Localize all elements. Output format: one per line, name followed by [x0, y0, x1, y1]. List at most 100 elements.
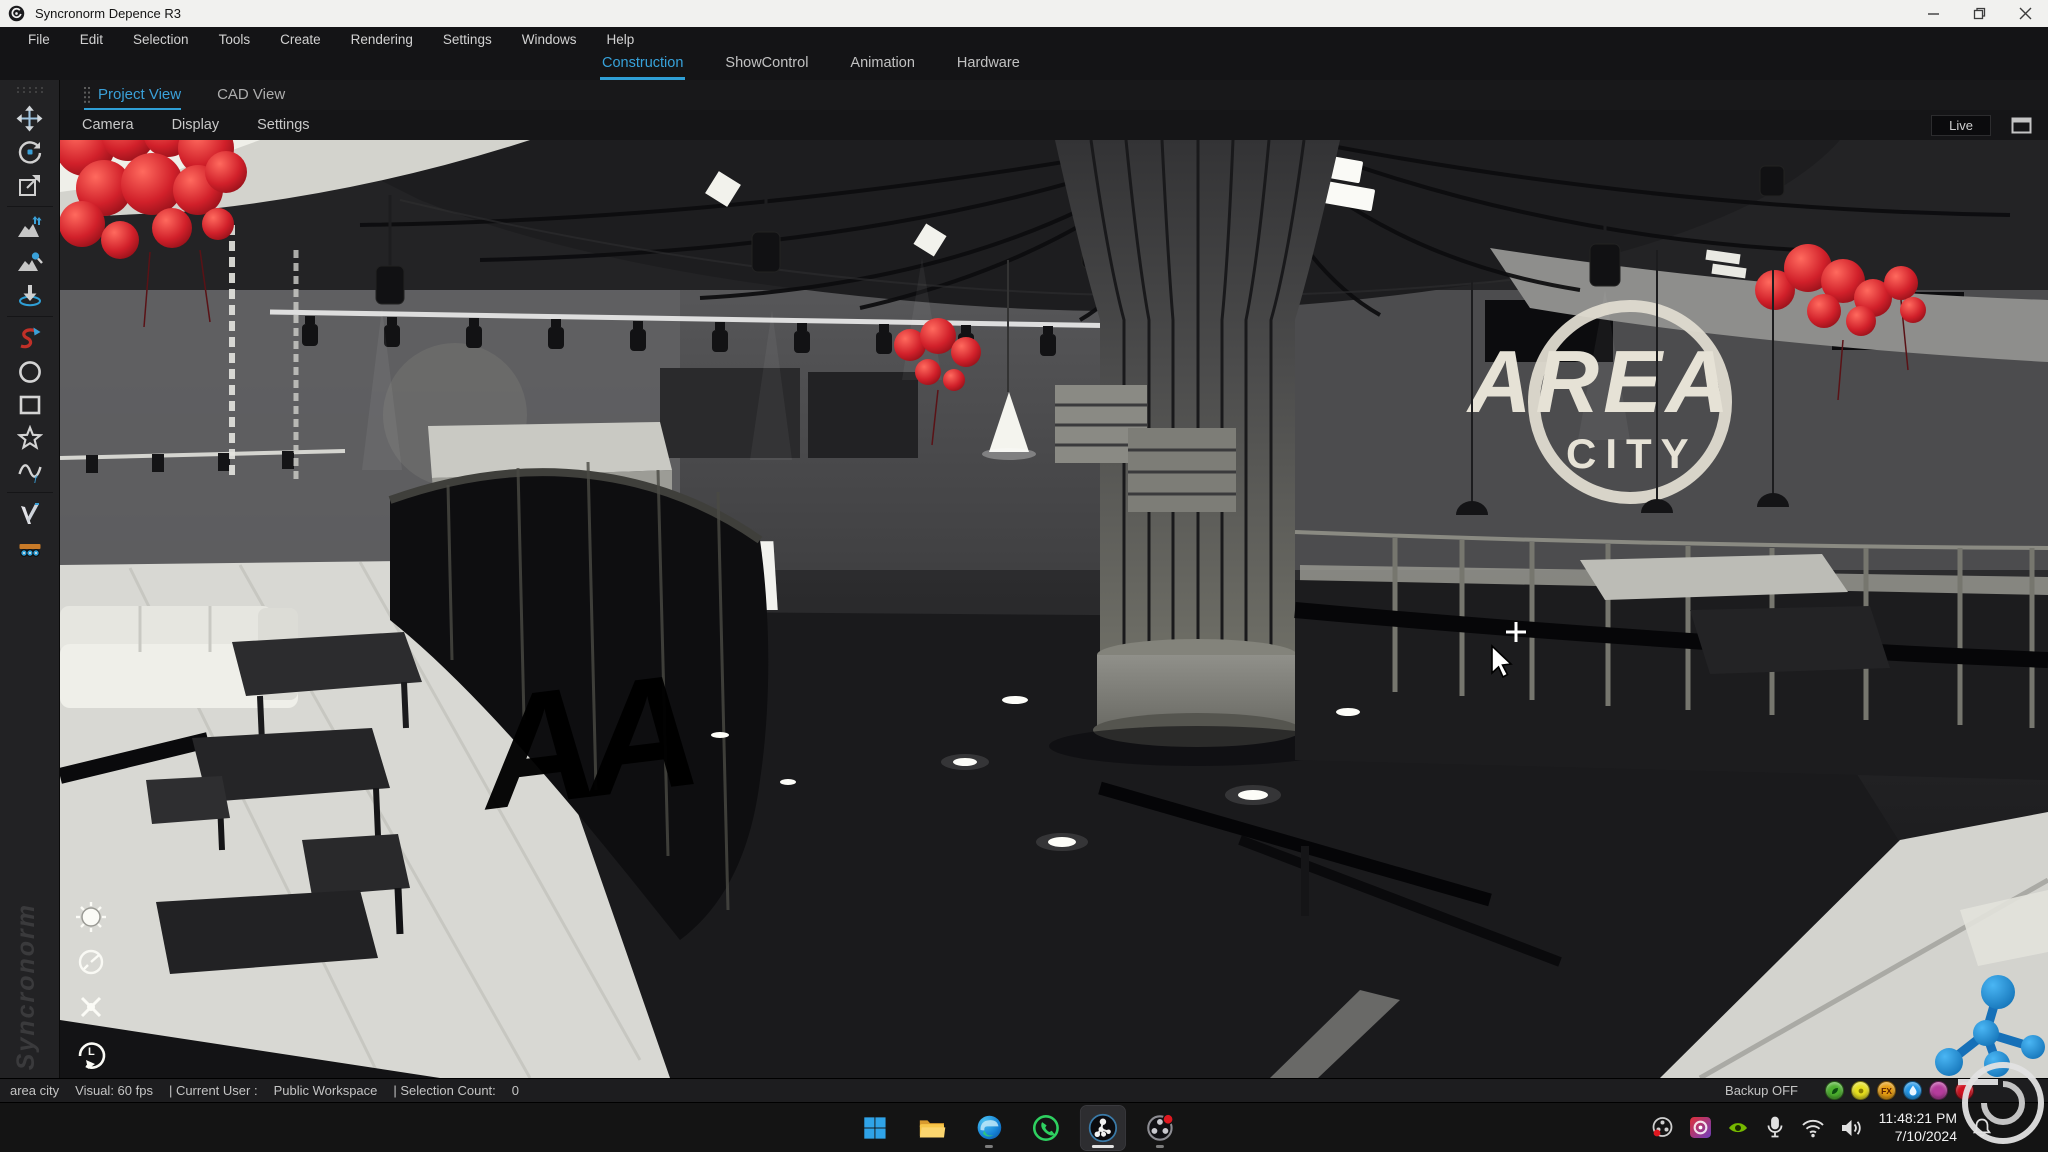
app-window: Syncronorm Depence R3 File Edit Selectio…	[0, 0, 2048, 1152]
menu-help[interactable]: Help	[606, 32, 634, 47]
tab-animation[interactable]: Animation	[848, 55, 916, 80]
toolbar-separator	[7, 316, 53, 317]
curve-function-tool-button[interactable]: f	[11, 454, 49, 487]
viewport-toolbar: Camera Display Settings Live	[60, 110, 2048, 140]
active-indicator	[1092, 1145, 1114, 1148]
orbit-glyph: L	[88, 1046, 95, 1058]
depence-icon	[1088, 1113, 1118, 1143]
menu-selection[interactable]: Selection	[133, 32, 189, 47]
area-city-line2: CITY	[1566, 430, 1698, 477]
tab-project-view[interactable]: Project View	[84, 86, 181, 110]
live-button[interactable]: Live	[1931, 115, 1991, 136]
close-button[interactable]	[2002, 0, 2048, 27]
selection-count-value: 0	[512, 1083, 519, 1098]
recorder-tray-icon[interactable]	[1689, 1116, 1712, 1139]
transform-out-tool-button[interactable]	[11, 168, 49, 201]
tab-construction[interactable]: Construction	[600, 55, 685, 80]
terrain-paint-tool-button[interactable]	[11, 245, 49, 278]
start-button[interactable]	[853, 1106, 897, 1150]
obs-button[interactable]	[1138, 1106, 1182, 1150]
truss-cart-tool-button[interactable]	[11, 531, 49, 564]
view-tab-bar: Project View CAD View	[60, 80, 2048, 110]
fps-readout: Visual: 60 fps	[75, 1083, 153, 1098]
microphone-icon[interactable]	[1764, 1116, 1786, 1139]
water-indicator[interactable]	[1903, 1081, 1922, 1100]
whatsapp-icon	[1032, 1114, 1060, 1142]
title-bar: Syncronorm Depence R3	[0, 0, 2048, 27]
wifi-icon[interactable]	[1801, 1118, 1825, 1138]
main-tab-bar: Construction ShowControl Animation Hardw…	[0, 52, 2048, 80]
scene-3d: AA AA	[60, 140, 2048, 1078]
terrain-raise-tool-button[interactable]	[11, 212, 49, 245]
viewport-3d[interactable]: AA AA	[60, 140, 2048, 1078]
tab-cad-view[interactable]: CAD View	[217, 86, 285, 110]
syncronorm-watermark: Syncronorm	[12, 903, 41, 1070]
selection-count-label: | Selection Count:	[393, 1083, 495, 1098]
tab-project-view-label: Project View	[98, 86, 181, 103]
railing-monogram: AA	[466, 640, 698, 843]
menu-file[interactable]: File	[28, 32, 50, 47]
running-indicator	[985, 1145, 993, 1148]
spline-tool-button[interactable]	[11, 322, 49, 355]
obs-icon	[1146, 1114, 1174, 1142]
menu-settings[interactable]: Settings	[443, 32, 492, 47]
windows-start-icon	[862, 1115, 888, 1141]
menu-bar: File Edit Selection Tools Create Renderi…	[0, 27, 2048, 52]
menu-edit[interactable]: Edit	[80, 32, 103, 47]
place-drop-tool-button[interactable]	[11, 278, 49, 311]
volume-icon[interactable]	[1840, 1118, 1864, 1138]
display-menu[interactable]: Display	[172, 117, 220, 133]
scene-indicator[interactable]	[1825, 1081, 1844, 1100]
project-name: area city	[10, 1083, 59, 1098]
depence-app-button[interactable]	[1081, 1106, 1125, 1150]
clock-date: 7/10/2024	[1879, 1128, 1957, 1146]
menu-tools[interactable]: Tools	[219, 32, 251, 47]
magenta-indicator[interactable]	[1929, 1081, 1948, 1100]
running-indicator	[1156, 1145, 1164, 1148]
camera-menu[interactable]: Camera	[82, 117, 134, 133]
minimize-button[interactable]	[1910, 0, 1956, 27]
window-mode-icon[interactable]	[2011, 117, 2032, 134]
app-logo-icon	[8, 5, 25, 22]
tab-cad-view-label: CAD View	[217, 86, 285, 103]
fx-indicator[interactable]: FX	[1877, 1081, 1896, 1100]
left-toolbar: f Syncronorm	[0, 80, 60, 1078]
area-city-line1: AREA	[1466, 332, 1733, 431]
file-explorer-button[interactable]	[910, 1106, 954, 1150]
tab-grip-icon	[84, 87, 90, 103]
tab-hardware[interactable]: Hardware	[955, 55, 1022, 80]
status-bar: area city Visual: 60 fps | Current User …	[0, 1078, 2048, 1102]
obs-tray-icon[interactable]	[1651, 1116, 1674, 1139]
folder-icon	[918, 1115, 946, 1141]
menu-rendering[interactable]: Rendering	[351, 32, 413, 47]
window-controls	[1910, 0, 2048, 27]
circle-tool-button[interactable]	[11, 355, 49, 388]
tab-showcontrol[interactable]: ShowControl	[723, 55, 810, 80]
restore-button[interactable]	[1956, 0, 2002, 27]
toolbar-separator	[7, 492, 53, 493]
edge-icon	[975, 1114, 1002, 1141]
whatsapp-button[interactable]	[1024, 1106, 1068, 1150]
settings-menu[interactable]: Settings	[257, 117, 309, 133]
move-tool-button[interactable]	[11, 102, 49, 135]
nvidia-tray-icon[interactable]	[1727, 1119, 1749, 1137]
marker-tool-button[interactable]	[11, 498, 49, 531]
clock-time: 11:48:21 PM	[1879, 1110, 1957, 1128]
sun-indicator[interactable]	[1851, 1081, 1870, 1100]
edge-button[interactable]	[967, 1106, 1011, 1150]
window-title: Syncronorm Depence R3	[35, 6, 181, 21]
workspace-name: Public Workspace	[274, 1083, 378, 1098]
taskbar-clock[interactable]: 11:48:21 PM 7/10/2024	[1879, 1110, 1957, 1145]
menu-create[interactable]: Create	[280, 32, 321, 47]
backup-status: Backup OFF	[1725, 1083, 1798, 1098]
taskbar: 11:48:21 PM 7/10/2024	[0, 1102, 2048, 1152]
depence-watermark-logo	[1954, 1056, 2048, 1150]
toolbar-grip[interactable]	[15, 86, 45, 94]
star-tool-button[interactable]	[11, 421, 49, 454]
taskbar-apps	[853, 1106, 1182, 1150]
current-user-label: | Current User :	[169, 1083, 258, 1098]
menu-windows[interactable]: Windows	[522, 32, 577, 47]
notification-dot	[1163, 1114, 1173, 1124]
rectangle-tool-button[interactable]	[11, 388, 49, 421]
rotate-tool-button[interactable]	[11, 135, 49, 168]
